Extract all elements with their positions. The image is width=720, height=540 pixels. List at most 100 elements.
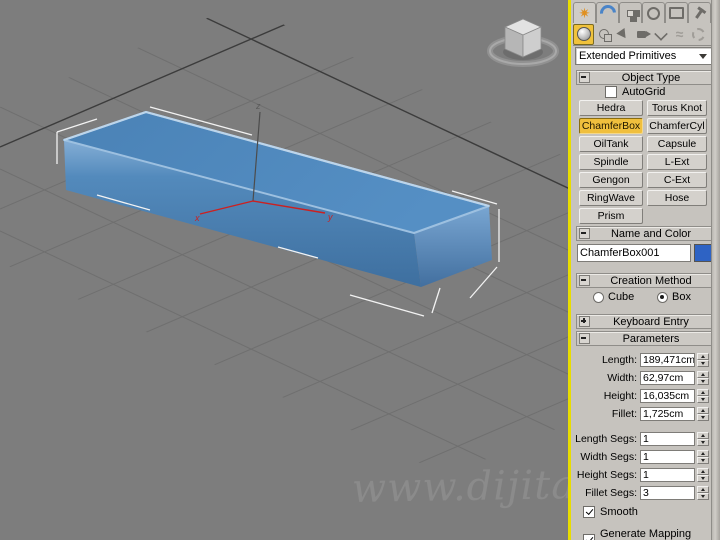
category-shapes[interactable] [594,25,613,44]
rollout-keyboard-entry[interactable]: Keyboard Entry [576,314,713,329]
button-gengon[interactable]: Gengon [579,172,643,188]
tab-modify[interactable] [596,1,619,25]
generate-mapping-coords-checkbox[interactable] [583,534,595,540]
category-helpers[interactable] [651,25,670,44]
length-segs-input[interactable]: 1 [640,431,695,446]
button-l-ext[interactable]: L-Ext [647,154,707,170]
smooth-checkbox[interactable] [583,506,595,518]
smooth-checkbox-row[interactable]: Smooth [583,506,638,518]
utilities-icon [695,7,704,19]
create-icon [579,6,591,21]
tab-utilities[interactable] [688,2,711,23]
collapse-icon[interactable] [579,72,590,83]
fillet-segs-spinner [697,485,709,500]
button-prism[interactable]: Prism [579,208,643,224]
fillet-label: Fillet: [611,407,637,420]
length-field-row: Length: 189,471cm [571,352,713,367]
spinner-down-button[interactable] [697,456,709,464]
length-segs-row: Length Segs: 1 [571,431,713,446]
width-input[interactable]: 62,97cm [640,370,695,385]
name-color-row: ChamferBox001 [577,244,713,262]
button-capsule[interactable]: Capsule [647,136,707,152]
spinner-down-button[interactable] [697,474,709,482]
spinner-up-button[interactable] [697,370,709,378]
cameras-icon [637,30,651,38]
x-axis-label: x [194,213,200,223]
cube-radio[interactable] [593,291,604,303]
button-chamfercyl[interactable]: ChamferCyl [647,118,707,134]
height-segs-spinner [697,467,709,482]
spinner-up-button[interactable] [697,406,709,414]
spinner-up-button[interactable] [697,352,709,360]
spinner-down-button[interactable] [697,359,709,367]
spinner-down-button[interactable] [697,438,709,446]
category-systems[interactable] [689,25,708,44]
smooth-label: Smooth [600,506,638,518]
category-cameras[interactable] [632,25,651,44]
spinner-down-button[interactable] [697,492,709,500]
rollout-parameters[interactable]: Parameters [576,331,713,346]
collapse-icon[interactable] [579,228,590,239]
spinner-up-button[interactable] [697,388,709,396]
spinner-up-button[interactable] [697,485,709,493]
chamferbox-object[interactable] [63,110,492,287]
height-segs-input[interactable]: 1 [640,467,695,482]
viewcube[interactable] [487,18,559,67]
perspective-viewport[interactable]: x y z www.dijitalde [0,0,568,540]
subcategory-dropdown[interactable]: Extended Primitives [575,47,713,65]
tab-motion[interactable] [642,2,665,23]
button-spindle[interactable]: Spindle [579,154,643,170]
button-chamferbox[interactable]: ChamferBox [579,118,643,134]
button-torus-knot[interactable]: Torus Knot [647,100,707,116]
rollout-creation-method[interactable]: Creation Method [576,273,713,288]
space-warps-icon [676,27,684,42]
height-input[interactable]: 16,035cm [640,388,695,403]
button-hedra[interactable]: Hedra [579,100,643,116]
spinner-up-button[interactable] [697,467,709,475]
autogrid-checkbox-row[interactable]: AutoGrid [605,86,665,98]
rollout-object-type[interactable]: Object Type [576,70,713,85]
box-radio[interactable] [657,291,668,303]
radio-cube-row[interactable]: Cube [593,291,634,303]
spinner-down-button[interactable] [697,377,709,385]
length-input[interactable]: 189,471cm [640,352,695,367]
rollout-name-and-color[interactable]: Name and Color [576,226,713,241]
collapse-icon[interactable] [579,333,590,344]
z-axis-label: z [255,101,261,111]
fillet-spinner [697,406,709,421]
generate-mapping-coords-row[interactable]: Generate Mapping Coords. [583,528,720,540]
autogrid-label: AutoGrid [622,86,666,98]
width-segs-row: Width Segs: 1 [571,449,713,464]
length-label: Length: [601,353,637,366]
collapse-icon[interactable] [579,275,590,286]
category-geometry[interactable] [573,23,594,45]
rollout-creation-method-title: Creation Method [610,274,692,287]
command-panel-tabs [573,0,711,25]
viewport-canvas[interactable]: x y z [0,0,568,540]
expand-icon[interactable] [579,316,590,327]
tab-display[interactable] [665,2,688,23]
subcategory-dropdown-value: Extended Primitives [579,50,677,62]
button-hose[interactable]: Hose [647,190,707,206]
category-space-warps[interactable] [670,25,689,44]
panel-scroll-gutter[interactable] [711,0,720,540]
tab-hierarchy[interactable] [619,2,642,23]
fillet-input[interactable]: 1,725cm [640,406,695,421]
spinner-up-button[interactable] [697,449,709,457]
button-c-ext[interactable]: C-Ext [647,172,707,188]
tab-create[interactable] [573,2,596,23]
autogrid-checkbox[interactable] [605,86,617,98]
spinner-down-button[interactable] [697,413,709,421]
spinner-down-button[interactable] [697,395,709,403]
button-ringwave[interactable]: RingWave [579,190,643,206]
spinner-up-button[interactable] [697,431,709,439]
radio-box-row[interactable]: Box [657,291,691,303]
category-lights[interactable] [613,25,632,44]
fillet-segs-input[interactable]: 3 [640,485,695,500]
button-oiltank[interactable]: OilTank [579,136,643,152]
width-segs-input[interactable]: 1 [640,449,695,464]
height-field-row: Height: 16,035cm [571,388,713,403]
object-name-input[interactable]: ChamferBox001 [577,244,692,262]
length-segs-spinner [697,431,709,446]
chevron-down-icon [699,53,707,59]
